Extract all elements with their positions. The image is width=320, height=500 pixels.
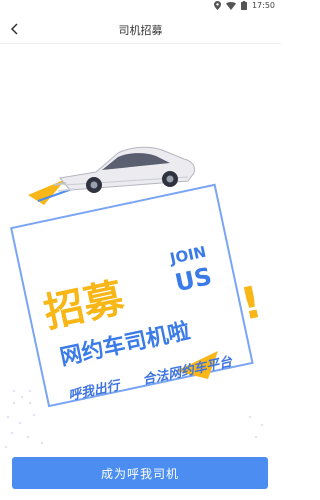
bottom-action-area: 成为呼我司机 — [0, 455, 281, 500]
wifi-icon — [225, 1, 236, 10]
yellow-triangle-left — [28, 179, 66, 205]
status-time: 17:50 — [251, 1, 275, 10]
status-bar: 17:50 — [0, 0, 281, 14]
location-icon — [213, 1, 221, 10]
car-illustration — [53, 146, 195, 193]
page-title: 司机招募 — [118, 24, 163, 37]
decor-dots — [4, 389, 264, 449]
become-driver-button[interactable]: 成为呼我司机 — [12, 457, 268, 489]
battery-icon — [240, 1, 247, 10]
status-icons: 17:50 — [213, 1, 275, 10]
recruit-poster: 招募 JOIN US 网约车司机啦 呼我出行 合法网约车平台 ! — [0, 45, 281, 455]
app-bar: 司机招募 — [0, 14, 281, 44]
poster-artwork: 招募 JOIN US 网约车司机啦 呼我出行 合法网约车平台 ! — [4, 146, 266, 449]
